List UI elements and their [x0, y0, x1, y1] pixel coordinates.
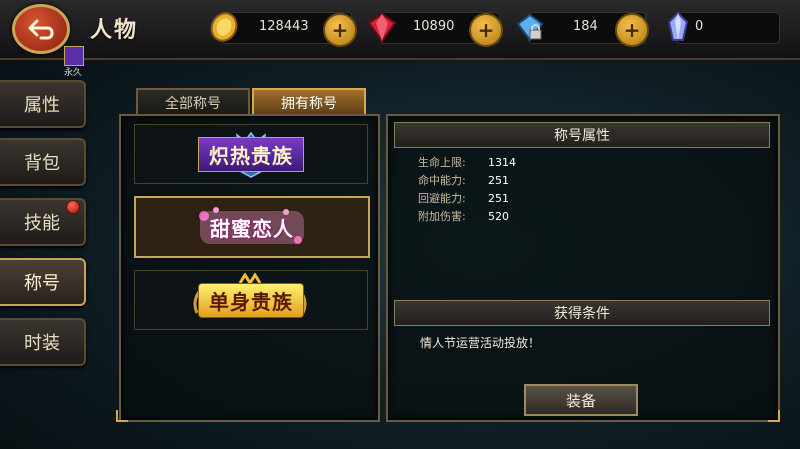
title-label: 单身贵族: [198, 282, 304, 318]
back-arrow-icon: [28, 19, 54, 40]
stat-value: 251: [488, 192, 509, 205]
diamond-value: 184: [573, 19, 598, 34]
add-ruby-button[interactable]: +: [469, 13, 503, 47]
back-button[interactable]: [12, 4, 70, 54]
stat-row: 生命上限: 1314: [418, 154, 516, 170]
stat-key: 附加伤害:: [418, 210, 466, 223]
stat-value: 251: [488, 174, 509, 187]
stat-key: 回避能力:: [418, 192, 466, 205]
badge-label: 永久: [64, 68, 83, 78]
title-label: 炽热贵族: [198, 136, 304, 172]
gold-value: 128443: [259, 19, 309, 34]
title-item-fiery-noble[interactable]: 炽热贵族: [134, 124, 368, 184]
badge-icon: [64, 46, 84, 66]
gold-counter: 128443 +: [210, 12, 357, 47]
title-item-sweet-lover[interactable]: 甜蜜恋人: [134, 196, 370, 258]
add-gold-button[interactable]: +: [323, 13, 357, 47]
title-list-panel: 炽热贵族 甜蜜恋人 单身贵族: [119, 114, 380, 422]
crystal-icon: [667, 11, 689, 41]
attributes-header: 称号属性: [394, 122, 770, 148]
conditions-header: 获得条件: [394, 300, 770, 326]
ruby-value: 10890: [413, 19, 455, 34]
corner-ornament: [116, 410, 128, 422]
stat-row: 命中能力: 251: [418, 172, 509, 188]
conditions-text: 情人节运营活动投放！: [420, 336, 541, 350]
red-gem-icon: [367, 12, 397, 43]
stat-row: 附加伤害: 520: [418, 208, 509, 224]
title-detail-panel: 称号属性 生命上限: 1314 命中能力: 251 回避能力: 251 附加伤害: 52…: [386, 114, 780, 422]
stat-key: 生命上限:: [418, 156, 466, 169]
add-diamond-button[interactable]: +: [615, 13, 649, 47]
corner-ornament: [768, 410, 780, 422]
nav-item-titles[interactable]: 称号: [0, 258, 86, 306]
stat-row: 回避能力: 251: [418, 190, 509, 206]
page-title: 人物: [90, 17, 139, 43]
diamond-counter: 184 +: [516, 12, 649, 47]
stat-key: 命中能力:: [418, 174, 466, 187]
title-item-single-noble[interactable]: 单身贵族: [134, 270, 368, 330]
locked-diamond-icon: [516, 13, 544, 42]
stat-value: 520: [488, 210, 509, 223]
crystal-value: 0: [695, 19, 704, 34]
equip-button[interactable]: 装备: [524, 384, 638, 416]
nav-item-bag[interactable]: 背包: [0, 138, 86, 186]
crystal-counter: 0: [667, 11, 780, 44]
tab-all-titles[interactable]: 全部称号: [136, 88, 250, 116]
title-label: 甜蜜恋人: [200, 210, 304, 244]
ruby-counter: 10890 +: [367, 12, 503, 47]
nav-item-fashion[interactable]: 时装: [0, 318, 86, 366]
notification-dot-icon: [66, 200, 80, 214]
stat-value: 1314: [488, 156, 516, 169]
gold-coin-icon: [210, 12, 238, 42]
tab-owned-titles[interactable]: 拥有称号: [252, 88, 366, 116]
nav-item-attributes[interactable]: 属性: [0, 80, 86, 128]
